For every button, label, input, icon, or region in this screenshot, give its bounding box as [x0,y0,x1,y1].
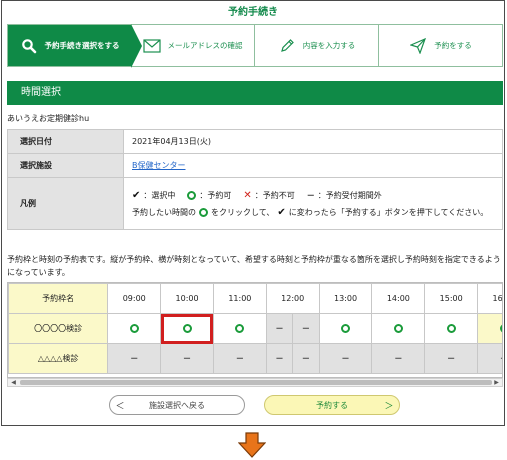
legend-available: ：予約可 [199,190,232,200]
slot-available[interactable] [212,313,267,344]
step-select-label: 予約手続き選択をする [44,41,120,50]
legend-unavailable: ：予約不可 [254,190,295,200]
table-row: 〇〇〇〇検診 － － [8,313,502,344]
legend-instruction-pre: 予約したい時間の [132,207,196,217]
reservation-window: 予約手続き 予約手続き選択をする メールアドレスの確認 内容を入力する 予約をす… [1,0,505,426]
legend-instruction-post: に変わったら「予約する」ボタンを押下してください。 [288,207,489,217]
scroll-right-icon[interactable]: ▶ [492,379,501,386]
checkmark-icon: ✔ [277,206,286,218]
step-select: 予約手続き選択をする [8,24,142,68]
time-header: 16:00 [477,283,502,314]
circle-icon [129,324,139,333]
slot-selected[interactable] [160,313,214,344]
time-header: 12:00 [265,283,320,314]
pencil-icon [278,37,296,55]
slot-outside: － [292,313,320,344]
section-title: 時間選択 [7,81,503,105]
cross-icon: ✕ [243,189,252,201]
course-name: あいうえお定期健診hu [7,114,90,123]
step-progress: 予約手続き選択をする メールアドレスの確認 内容を入力する 予約をする [7,24,503,68]
slot-name: 〇〇〇〇検診 [8,313,109,344]
time-header: 14:00 [371,283,426,314]
slot-available[interactable] [424,313,479,344]
circle-icon [393,324,403,333]
slot-outside: － [265,343,294,374]
slot-outside: － [265,313,294,344]
step-email-label: メールアドレスの確認 [167,41,243,50]
date-value: 2021年04月13日(火) [123,129,503,154]
timetable-grid: 予約枠名 09:00 10:00 11:00 12:00 13:00 14:00… [8,283,502,374]
checkmark-icon: ✔ [132,189,141,201]
date-label: 選択日付 [7,129,124,154]
horizontal-scrollbar[interactable]: ◀ ▶ [7,378,503,387]
legend: ✔ ：選択中 ：予約可 ✕ ：予約不可 － ：予約受付期間外 予約したい時間の … [123,177,503,230]
legend-label: 凡例 [7,177,124,230]
down-arrow-icon [238,432,266,458]
facility-label: 選択施設 [7,153,124,178]
reserve-button[interactable]: 予約する ＞ [264,395,400,415]
circle-icon [182,324,192,333]
slot-outside: － [212,343,267,374]
slot-outside: － [477,343,502,374]
back-to-facility-button[interactable]: ＜ 施設選択へ戻る [109,395,245,415]
circle-icon [187,190,197,200]
circle-icon [446,324,456,333]
slot-name: △△△△検診 [8,343,109,374]
step-email: メールアドレスの確認 [131,25,255,66]
time-header: 11:00 [212,283,267,314]
envelope-icon [142,37,161,55]
time-header: 15:00 [424,283,479,314]
time-header: 10:00 [160,283,214,314]
legend-instruction-mid: をクリックして、 [211,207,275,217]
legend-selected: ：選択中 [143,190,176,200]
grid-description: 予約枠と時刻の予約表です。縦が予約枠、横が時刻となっていて、希望する時刻と予約枠… [7,255,501,277]
slot-outside: － [107,343,162,374]
step-input-label: 内容を入力する [302,41,356,50]
circle-icon [235,324,245,333]
circle-icon [199,207,208,217]
slot-available[interactable] [318,313,373,344]
slot-outside: － [292,343,320,374]
slot-available[interactable] [371,313,426,344]
time-header: 13:00 [318,283,373,314]
back-button-label: 施設選択へ戻る [149,400,205,410]
legend-outside: ：予約受付期間外 [317,190,382,200]
scroll-thumb[interactable] [20,380,492,385]
slot-outside: － [160,343,214,374]
step-reserve-label: 予約をする [434,41,472,50]
circle-icon [499,324,502,333]
chevron-left-icon: ＜ [115,401,125,412]
paper-plane-icon [409,37,427,55]
dash-icon: － [306,190,315,200]
circle-icon [341,324,351,333]
timetable[interactable]: 予約枠名 09:00 10:00 11:00 12:00 13:00 14:00… [7,282,503,378]
table-row: △△△△検診 － － － － － － － － － [8,343,502,374]
step-input: 内容を入力する [255,25,379,66]
chevron-right-icon: ＞ [384,401,394,412]
search-icon [20,37,38,55]
grid-header-label: 予約枠名 [8,283,109,314]
scroll-left-icon[interactable]: ◀ [9,379,18,386]
slot-available[interactable] [477,313,502,344]
time-header: 09:00 [107,283,162,314]
slot-outside: － [318,343,373,374]
facility-link[interactable]: B保健センター [132,161,186,170]
step-reserve: 予約をする [379,25,502,66]
slot-outside: － [424,343,479,374]
reserve-button-label: 予約する [316,400,348,410]
slot-available[interactable] [107,313,162,344]
selection-info-table: 選択日付 2021年04月13日(火) 選択施設 B保健センター 凡例 ✔ ：選… [7,129,503,230]
page-title: 予約手続き [228,7,278,18]
slot-outside: － [371,343,426,374]
